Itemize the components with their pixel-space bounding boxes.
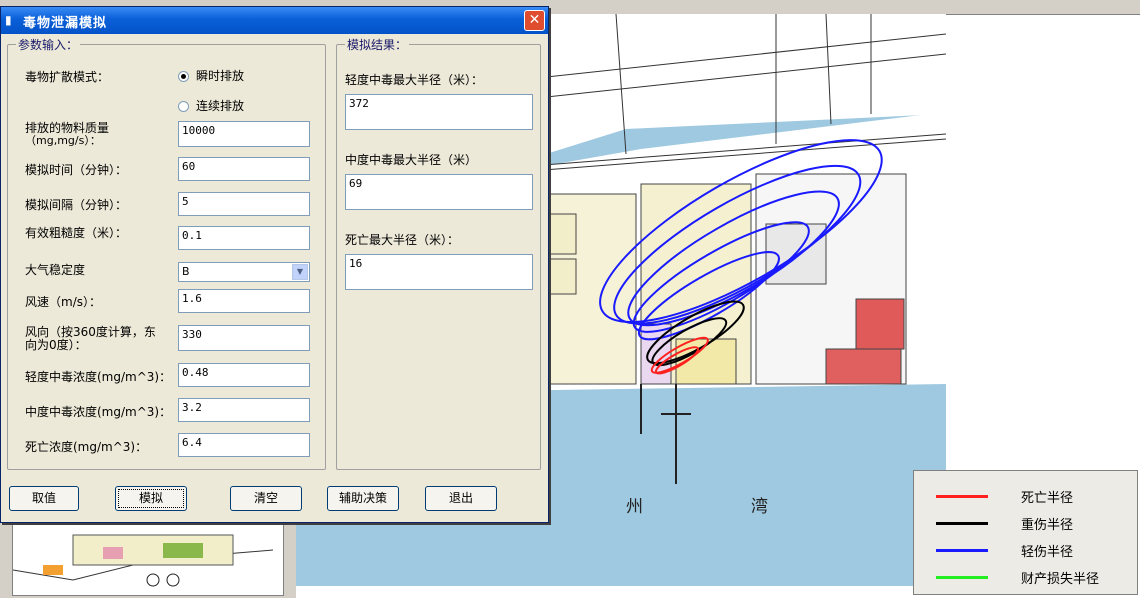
light-radius-label: 轻度中毒最大半径（米）： xyxy=(345,73,484,87)
dialog-title: 毒物泄漏模拟 xyxy=(23,16,108,31)
input-group-title: 参数输入： xyxy=(16,36,81,53)
interval-input[interactable]: 5 xyxy=(178,192,310,216)
wind-speed-label: 风速（m/s）： xyxy=(25,295,101,309)
close-icon[interactable]: ✕ xyxy=(524,10,545,31)
stability-label: 大气稳定度 xyxy=(25,263,86,277)
legend-row-light: 轻伤半径 xyxy=(936,540,1136,560)
legend-label-property: 财产损失半径 xyxy=(1021,572,1100,587)
medium-conc-input[interactable]: 3.2 xyxy=(178,398,310,422)
legend-swatch-light xyxy=(936,549,988,552)
result-group-title: 模拟结果： xyxy=(345,36,410,53)
legend-swatch-property xyxy=(936,576,988,579)
stability-select[interactable]: B ▼ xyxy=(178,262,310,282)
legend-label-severe: 重伤半径 xyxy=(1021,518,1074,533)
legend-label-death: 死亡半径 xyxy=(1021,491,1074,506)
radio-instant-label[interactable]: 瞬时排放 xyxy=(196,69,244,83)
medium-conc-label: 中度中毒浓度(mg/m^3)： xyxy=(25,405,172,419)
minimap-panel xyxy=(0,520,296,598)
result-groupbox: 模拟结果： 轻度中毒最大半径（米）： 372 中度中毒最大半径（米） 69 死亡… xyxy=(336,36,541,470)
legend-row-severe: 重伤半径 xyxy=(936,513,1136,533)
toxic-leak-simulation-dialog: ▮ 毒物泄漏模拟 ✕ 参数输入： 毒物扩散模式： 瞬时排放 连续排放 排放的物料… xyxy=(0,6,549,523)
legend-row-death: 死亡半径 xyxy=(936,486,1136,506)
medium-radius-output[interactable]: 69 xyxy=(345,174,533,210)
legend-swatch-severe xyxy=(936,522,988,525)
dialog-titlebar[interactable]: ▮ 毒物泄漏模拟 ✕ xyxy=(1,7,548,34)
light-radius-output[interactable]: 372 xyxy=(345,94,533,130)
radio-continuous[interactable] xyxy=(178,101,189,112)
legend-row-property: 财产损失半径 xyxy=(936,567,1136,587)
legend-swatch-death xyxy=(936,495,988,498)
death-radius-label: 死亡最大半径（米）： xyxy=(345,233,460,247)
radio-continuous-label[interactable]: 连续排放 xyxy=(196,99,244,113)
simulate-button[interactable]: 模拟 xyxy=(115,486,187,511)
map-label-zhou: 州 xyxy=(626,497,643,517)
medium-radius-label: 中度中毒最大半径（米） xyxy=(345,153,478,167)
light-conc-label: 轻度中毒浓度(mg/m^3)： xyxy=(25,370,172,384)
death-conc-label: 死亡浓度(mg/m^3)： xyxy=(25,440,148,454)
diffusion-mode-label: 毒物扩散模式： xyxy=(25,70,110,84)
wind-dir-input[interactable]: 330 xyxy=(178,325,310,351)
chevron-down-icon[interactable]: ▼ xyxy=(292,264,308,280)
roughness-input[interactable]: 0.1 xyxy=(178,226,310,250)
death-conc-input[interactable]: 6.4 xyxy=(178,433,310,457)
legend-label-light: 轻伤半径 xyxy=(1021,545,1074,560)
radio-instant[interactable] xyxy=(178,71,189,82)
sim-time-label: 模拟时间（分钟）： xyxy=(25,163,128,177)
roughness-label: 有效粗糙度（米）： xyxy=(25,226,128,240)
map-label-wan: 湾 xyxy=(751,497,768,517)
radius-legend: 死亡半径 重伤半径 轻伤半径 财产损失半径 xyxy=(913,470,1138,595)
app-icon: ▮ xyxy=(5,13,12,27)
mass-label-line2: （mg,mg/s）： xyxy=(25,134,101,147)
clear-button[interactable]: 清空 xyxy=(230,486,302,511)
wind-speed-input[interactable]: 1.6 xyxy=(178,289,310,313)
sim-time-input[interactable]: 60 xyxy=(178,157,310,181)
overview-minimap[interactable] xyxy=(12,524,284,596)
wind-dir-label-line1: 风向（按360度计算，东 xyxy=(25,325,156,339)
mass-label-line1: 排放的物料质量 xyxy=(25,121,110,135)
input-groupbox: 参数输入： 毒物扩散模式： 瞬时排放 连续排放 排放的物料质量 （mg,mg/s… xyxy=(7,36,326,470)
get-value-button[interactable]: 取值 xyxy=(9,486,79,511)
wind-dir-label-line2: 向为0度）： xyxy=(25,338,87,352)
light-conc-input[interactable]: 0.48 xyxy=(178,363,310,387)
interval-label: 模拟间隔（分钟）： xyxy=(25,198,128,212)
mass-input[interactable]: 10000 xyxy=(178,121,310,147)
decision-support-button[interactable]: 辅助决策 xyxy=(327,486,399,511)
death-radius-output[interactable]: 16 xyxy=(345,254,533,290)
exit-button[interactable]: 退出 xyxy=(425,486,497,511)
stability-selected-value: B xyxy=(182,265,190,278)
